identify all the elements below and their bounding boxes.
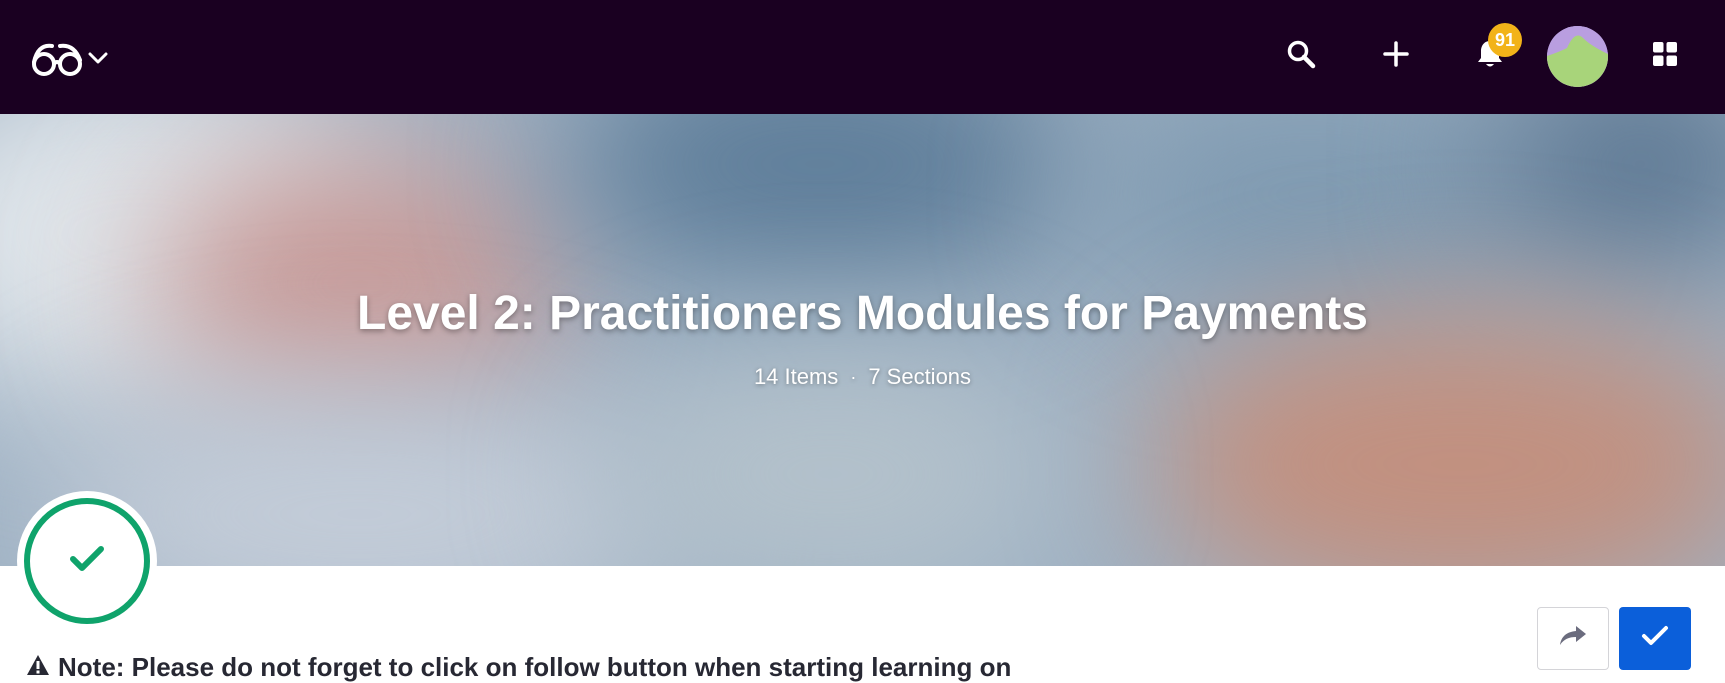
- sections-count: 7 Sections: [868, 364, 972, 389]
- meta-separator: ·: [850, 366, 857, 387]
- grid-icon: [1652, 41, 1678, 72]
- plus-icon: [1383, 40, 1409, 72]
- user-avatar[interactable]: [1547, 26, 1608, 87]
- warning-icon: [26, 652, 50, 683]
- completion-ring: [24, 498, 150, 624]
- site-menu-toggle[interactable]: [30, 36, 114, 80]
- note-text: Note: Please do not forget to click on f…: [58, 652, 1012, 682]
- search-icon: [1286, 39, 1316, 74]
- share-button[interactable]: [1537, 607, 1609, 670]
- top-navigation-bar: 91: [0, 0, 1725, 114]
- completion-status: [17, 491, 157, 631]
- follow-reminder-note: Note: Please do not forget to click on f…: [26, 652, 1011, 683]
- apps-menu-button[interactable]: [1643, 34, 1687, 78]
- notifications-count-badge: 91: [1488, 23, 1522, 57]
- search-button[interactable]: [1279, 34, 1323, 78]
- course-meta: 14 Items · 7 Sections: [0, 364, 1725, 390]
- glasses-icon: [30, 38, 84, 78]
- items-count: 14 Items: [753, 364, 839, 389]
- share-arrow-icon: [1558, 624, 1588, 653]
- hero-banner: Level 2: Practitioners Modules for Payme…: [0, 114, 1725, 566]
- course-title: Level 2: Practitioners Modules for Payme…: [357, 287, 1368, 340]
- chevron-down-icon: [88, 51, 108, 65]
- check-icon: [1641, 625, 1669, 652]
- add-button[interactable]: [1374, 34, 1418, 78]
- follow-button[interactable]: [1619, 607, 1691, 670]
- check-icon: [69, 544, 105, 579]
